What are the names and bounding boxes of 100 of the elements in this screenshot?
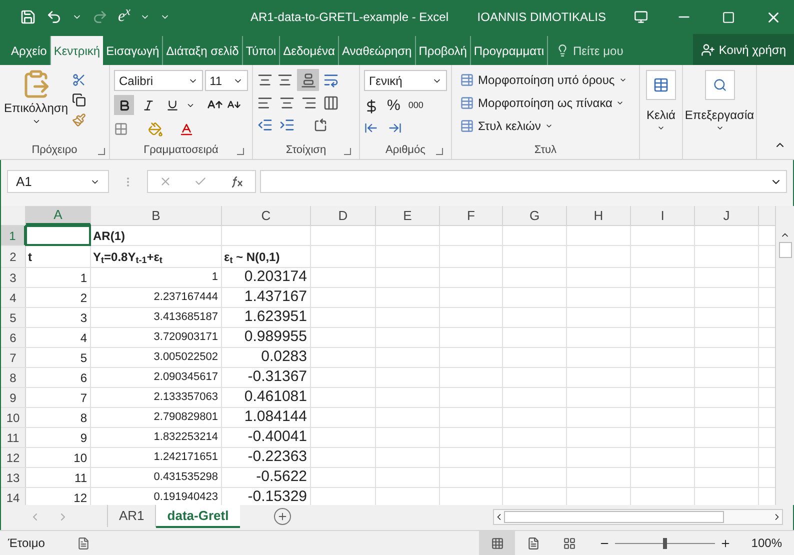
cell-text: Y$_{t}$=0.8Y$_{t-1}$+ε$_{t}$	[93, 248, 162, 266]
orientation-icon[interactable]	[313, 118, 328, 132]
cell-text: 11	[74, 470, 87, 486]
formula-input-field[interactable]	[260, 170, 787, 193]
column-header[interactable]: C	[222, 206, 311, 225]
dialog-launcher-icon[interactable]	[237, 148, 244, 155]
decrease-indent-icon[interactable]	[257, 117, 273, 133]
tell-me-field[interactable]: Πείτε μου	[573, 42, 624, 60]
search-icon	[704, 70, 734, 100]
row-header[interactable]: 3	[1, 268, 26, 287]
cell-text: 12	[74, 490, 87, 505]
styles-menu-button[interactable]: Στυλ κελιών	[460, 116, 631, 135]
row-header[interactable]: 5	[1, 308, 26, 327]
dialog-launcher-icon[interactable]	[344, 148, 351, 155]
column-header[interactable]: F	[440, 206, 503, 225]
group-label: Πρόχειρο	[32, 142, 78, 158]
ribbon-tab[interactable]: Κεντρική	[50, 36, 104, 65]
zoom-reading[interactable]: 100%	[751, 534, 782, 552]
middle-align-icon[interactable]	[277, 72, 293, 88]
row-header[interactable]: 14	[1, 488, 26, 505]
cell-text: -0.22363	[248, 447, 307, 468]
comma-style-button[interactable]: 000	[408, 99, 424, 113]
cell-text: 2.237167444	[154, 290, 218, 306]
add-sheet-icon[interactable]	[274, 508, 291, 525]
fill-color-icon[interactable]	[148, 122, 163, 136]
zoom-in-icon[interactable]	[720, 538, 732, 548]
bottom-align-button[interactable]	[297, 69, 319, 91]
styles-menu-button[interactable]: Μορφοποίηση υπό όρους	[460, 70, 631, 89]
cell-text: 3.413685187	[154, 310, 218, 326]
bold-button[interactable]	[114, 95, 134, 115]
cell-text: 1.832253214	[154, 430, 218, 446]
dialog-launcher-icon[interactable]	[436, 148, 443, 155]
column-header[interactable]: J	[695, 206, 759, 225]
align-center-icon[interactable]	[279, 95, 295, 111]
row-header[interactable]: 1	[1, 226, 26, 245]
table-icon	[460, 118, 474, 132]
group-label: Στυλ	[534, 142, 557, 158]
decrease-decimal-icon[interactable]	[388, 121, 402, 135]
status-text: Έτοιμο	[8, 535, 45, 552]
macro-record-icon[interactable]	[76, 536, 90, 550]
font-size-field[interactable]: 11	[204, 70, 248, 91]
align-right-icon[interactable]	[301, 95, 317, 111]
column-header[interactable]: I	[631, 206, 695, 225]
increase-decimal-icon[interactable]	[364, 121, 378, 135]
align-left-icon[interactable]	[257, 95, 273, 111]
row-header[interactable]: 6	[1, 328, 26, 347]
ribbon-display-icon[interactable]	[634, 10, 648, 24]
column-header[interactable]: G	[503, 206, 567, 225]
sheet-tab[interactable]: data-Gretl	[156, 505, 240, 528]
row-header[interactable]: 2	[1, 246, 26, 267]
row-header[interactable]: 12	[1, 448, 26, 467]
editing-button[interactable]: Επεξεργασία	[683, 65, 757, 159]
styles-menu-button[interactable]: Μορφοποίηση ως πίνακα	[460, 93, 631, 112]
font-color-icon[interactable]	[179, 122, 194, 136]
row-header[interactable]: 10	[1, 408, 26, 427]
column-header[interactable]: D	[311, 206, 376, 225]
undo-icon[interactable]	[46, 9, 62, 25]
row-header[interactable]: 13	[1, 468, 26, 487]
row-header[interactable]: 8	[1, 368, 26, 387]
zoom-slider-thumb[interactable]	[663, 538, 668, 548]
row-header[interactable]: 7	[1, 348, 26, 367]
percent-button[interactable]: %	[387, 94, 400, 118]
caret-icon	[716, 124, 724, 132]
copy-icon[interactable]	[72, 93, 86, 107]
paste-button[interactable]: Επικόλληση	[4, 69, 68, 141]
wrap-text-icon[interactable]	[323, 72, 339, 88]
maximize-icon[interactable]	[722, 10, 735, 24]
horizontal-scrollbar[interactable]	[493, 509, 783, 525]
share-button[interactable]: Κοινή χρήση	[692, 34, 794, 65]
cells-button[interactable]: Κελιά	[640, 65, 683, 159]
column-header[interactable]: H	[567, 206, 631, 225]
equation-button[interactable]: e$^{x}$	[118, 9, 130, 25]
currency-icon[interactable]	[364, 98, 379, 114]
cut-icon[interactable]	[72, 73, 86, 87]
font-name-field[interactable]: Calibri	[114, 70, 203, 91]
column-header[interactable]: A	[26, 206, 91, 225]
row-header[interactable]: 11	[1, 428, 26, 447]
borders-icon[interactable]	[114, 122, 128, 136]
number-format-field[interactable]: Γενική	[364, 70, 447, 91]
merge-icon[interactable]	[323, 95, 339, 111]
cell-text: -0.31367	[248, 367, 307, 388]
cell-text: 8	[80, 410, 87, 426]
format-painter-icon[interactable]	[72, 113, 86, 127]
column-header[interactable]: B	[91, 206, 222, 225]
row-header[interactable]: 4	[1, 288, 26, 307]
cells-icon	[646, 70, 676, 100]
increase-indent-icon[interactable]	[279, 117, 295, 133]
function-icon[interactable]	[230, 176, 244, 188]
name-box[interactable]: A1	[7, 170, 109, 193]
save-icon[interactable]	[20, 9, 36, 25]
column-header[interactable]: E	[376, 206, 440, 225]
scrollbar-thumb[interactable]	[778, 242, 792, 258]
cell-text: t	[28, 248, 32, 266]
top-align-icon[interactable]	[257, 72, 273, 88]
scrollbar-thumb[interactable]	[504, 511, 724, 523]
row-header[interactable]: 9	[1, 388, 26, 407]
dialog-launcher-icon[interactable]	[98, 148, 105, 155]
cell-text: 3.005022502	[154, 350, 218, 366]
pagebreak-view-icon	[562, 536, 576, 550]
view-button[interactable]	[479, 531, 516, 555]
